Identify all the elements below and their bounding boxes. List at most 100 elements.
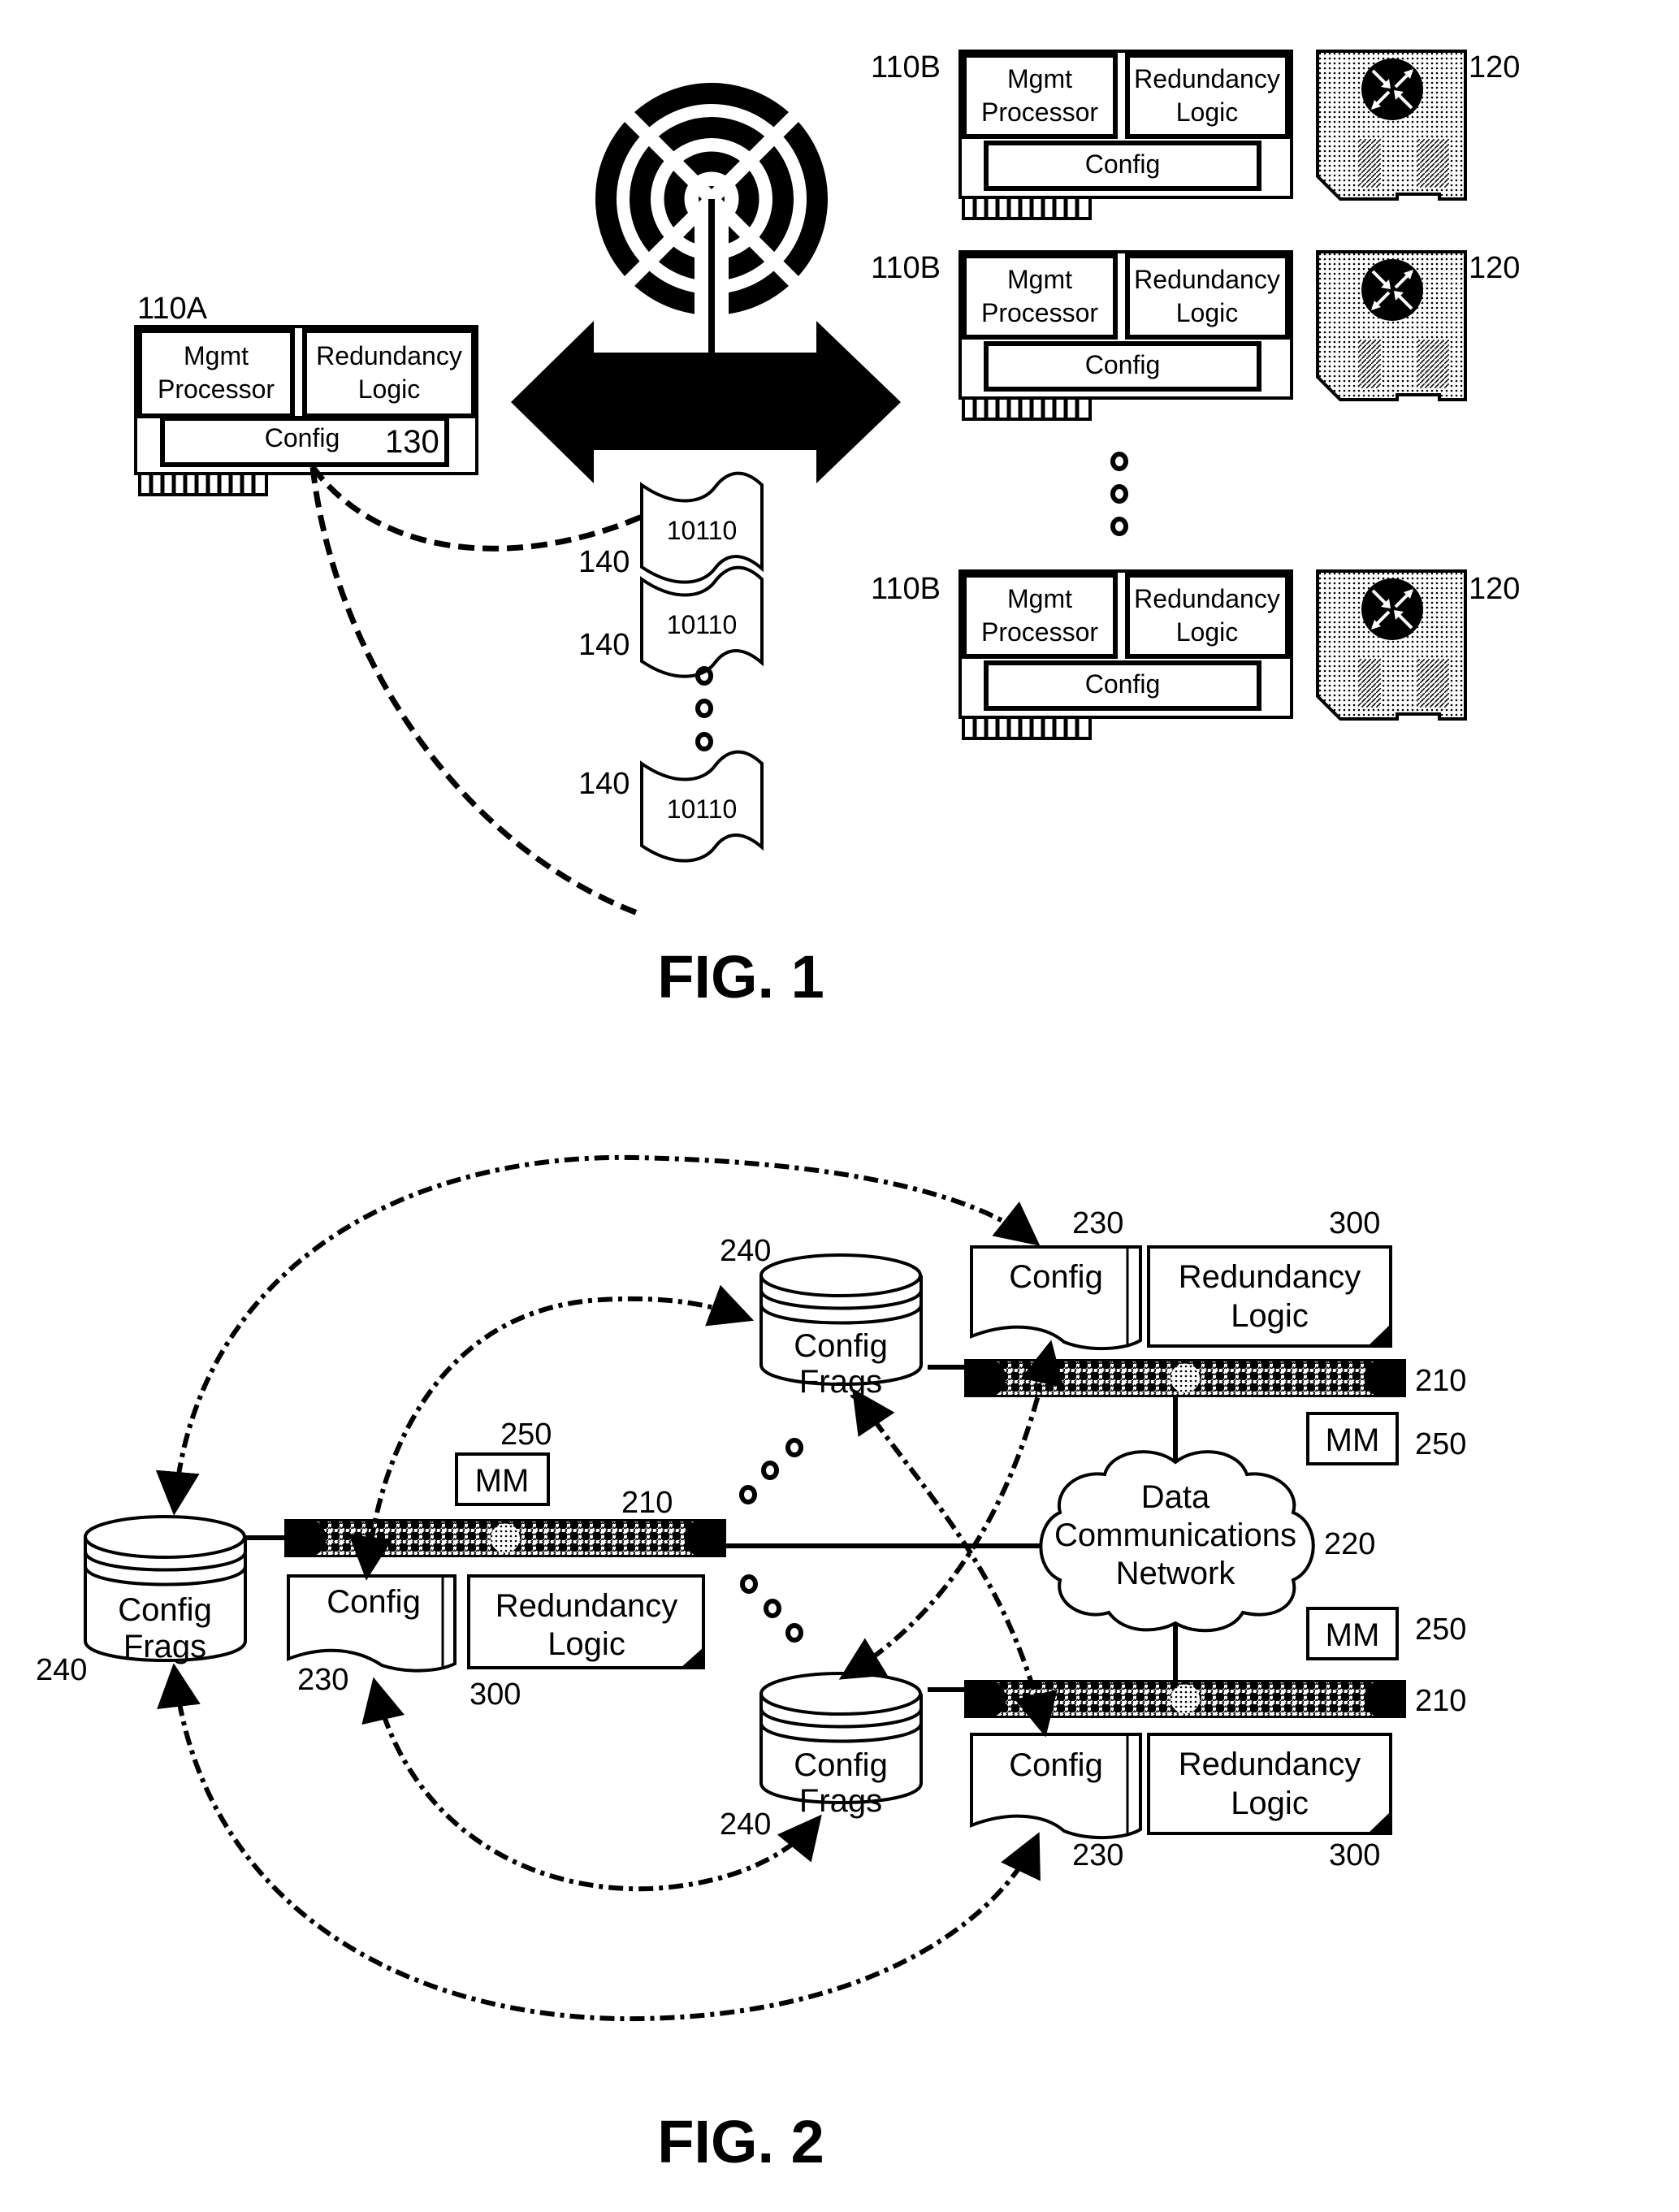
wireless-antenna-icon bbox=[595, 83, 828, 357]
node-top-right[interactable]: Config Frags 240 Config 230 Redundancy L… bbox=[720, 1206, 1466, 1465]
figure-1: 110A Mgmt Processor Redundancy Logic Con… bbox=[134, 50, 1520, 1011]
figure-1-caption: FIG. 1 bbox=[657, 943, 824, 1011]
router-drive-icon bbox=[1316, 250, 1467, 401]
svg-text:Config: Config bbox=[1009, 1259, 1103, 1295]
svg-text:Redundancy: Redundancy bbox=[495, 1588, 678, 1624]
svg-text:Config: Config bbox=[794, 1747, 888, 1783]
svg-text:Logic: Logic bbox=[1176, 617, 1239, 647]
redundancy-logic-module: Redundancy Logic 300 bbox=[1147, 1733, 1392, 1872]
svg-text:MM: MM bbox=[1326, 1422, 1380, 1458]
card-ref-label: 110A bbox=[137, 292, 208, 326]
backup-card-110b[interactable]: 110B Mgmt Processor Redundancy Logic Con… bbox=[871, 250, 1520, 419]
patent-drawing: 110A Mgmt Processor Redundancy Logic Con… bbox=[36, 50, 1520, 2175]
svg-text:Config: Config bbox=[1085, 350, 1161, 379]
svg-text:Redundancy: Redundancy bbox=[316, 341, 462, 370]
svg-text:210: 210 bbox=[1415, 1684, 1466, 1718]
svg-text:140: 140 bbox=[578, 545, 630, 579]
card-edge-connector bbox=[963, 398, 1090, 419]
config-document: Config 230 bbox=[970, 1733, 1142, 1872]
svg-text:130: 130 bbox=[385, 424, 439, 460]
replication-arc bbox=[361, 1677, 822, 1892]
data-communications-network[interactable]: Data Communications Network 220 bbox=[1039, 1450, 1375, 1633]
svg-text:300: 300 bbox=[1329, 1838, 1380, 1872]
svg-text:Network: Network bbox=[1116, 1556, 1236, 1591]
svg-text:Frags: Frags bbox=[123, 1629, 206, 1664]
node-bottom-right[interactable]: MM 250 210 Config Frags 240 Config 230 R… bbox=[720, 1607, 1466, 1872]
svg-text:230: 230 bbox=[1072, 1206, 1123, 1240]
svg-text:Processor: Processor bbox=[981, 298, 1098, 327]
card-edge-connector bbox=[140, 474, 266, 495]
redundancy-logic-module: Redundancy Logic 300 bbox=[1147, 1206, 1392, 1348]
ellipsis-dots-icon bbox=[1110, 452, 1128, 536]
svg-text:Redundancy: Redundancy bbox=[1134, 265, 1280, 294]
svg-text:120: 120 bbox=[1469, 50, 1520, 84]
svg-text:250: 250 bbox=[500, 1418, 552, 1452]
svg-text:Config: Config bbox=[265, 423, 340, 452]
svg-text:Processor: Processor bbox=[981, 97, 1098, 127]
svg-text:Logic: Logic bbox=[358, 374, 421, 404]
config-fragment: 10110 140 bbox=[578, 565, 764, 678]
config-fragments-store: Config Frags 240 bbox=[720, 1234, 923, 1400]
svg-text:300: 300 bbox=[1329, 1206, 1380, 1240]
svg-text:Processor: Processor bbox=[981, 617, 1098, 647]
router-drive-icon bbox=[1316, 50, 1467, 201]
svg-text:Config: Config bbox=[1085, 149, 1161, 179]
figure-2-caption: FIG. 2 bbox=[657, 2108, 824, 2175]
ellipsis-dots-icon bbox=[695, 666, 713, 751]
svg-text:Redundancy: Redundancy bbox=[1134, 64, 1280, 93]
svg-text:Logic: Logic bbox=[1231, 1786, 1309, 1821]
svg-text:230: 230 bbox=[297, 1663, 348, 1697]
config-fragment: 10110 140 bbox=[578, 750, 764, 863]
redundancy-logic-module: Redundancy Logic 300 bbox=[467, 1574, 705, 1712]
svg-text:MM: MM bbox=[1326, 1617, 1380, 1653]
config-fragments-store: Config Frags 240 bbox=[36, 1515, 247, 1687]
svg-text:Config: Config bbox=[1009, 1747, 1103, 1783]
config-document: Config 230 bbox=[287, 1574, 457, 1697]
primary-card-110a[interactable]: 110A Mgmt Processor Redundancy Logic Con… bbox=[134, 292, 478, 495]
svg-text:10110: 10110 bbox=[667, 610, 738, 639]
svg-text:210: 210 bbox=[1415, 1364, 1466, 1398]
node-left[interactable]: Config Frags 240 210 MM 250 Config 230 R… bbox=[36, 1418, 726, 1712]
backup-card-110b[interactable]: 110B Mgmt Processor Redundancy Logic Con… bbox=[871, 569, 1520, 738]
server-chassis bbox=[284, 1519, 726, 1557]
card-edge-connector bbox=[963, 197, 1090, 219]
svg-text:10110: 10110 bbox=[667, 794, 738, 824]
svg-text:Logic: Logic bbox=[1176, 97, 1239, 127]
svg-text:300: 300 bbox=[470, 1677, 521, 1712]
svg-text:Config: Config bbox=[118, 1592, 212, 1628]
svg-text:140: 140 bbox=[578, 767, 630, 801]
svg-text:120: 120 bbox=[1469, 251, 1520, 285]
svg-text:Communications: Communications bbox=[1054, 1517, 1296, 1553]
svg-text:Data: Data bbox=[1141, 1479, 1210, 1515]
svg-text:Mgmt: Mgmt bbox=[1007, 265, 1072, 294]
svg-text:Logic: Logic bbox=[1231, 1298, 1309, 1334]
svg-text:Config: Config bbox=[794, 1328, 888, 1364]
backup-card-110b[interactable]: 110B Mgmt Processor Redundancy Logic Con… bbox=[871, 50, 1520, 219]
svg-text:240: 240 bbox=[36, 1653, 87, 1687]
svg-text:Redundancy: Redundancy bbox=[1134, 584, 1280, 613]
svg-text:230: 230 bbox=[1072, 1838, 1123, 1872]
svg-text:Logic: Logic bbox=[1176, 298, 1239, 327]
figure-2: Data Communications Network 220 Config F… bbox=[36, 1154, 1466, 2175]
svg-text:140: 140 bbox=[578, 628, 630, 662]
svg-text:250: 250 bbox=[1415, 1612, 1466, 1647]
svg-text:120: 120 bbox=[1469, 572, 1520, 606]
svg-text:Mgmt: Mgmt bbox=[1007, 584, 1072, 613]
svg-text:110B: 110B bbox=[871, 251, 941, 285]
svg-text:Config: Config bbox=[1085, 669, 1161, 699]
bidirectional-arrow-icon bbox=[511, 321, 901, 483]
svg-text:10110: 10110 bbox=[667, 516, 738, 545]
svg-text:Config: Config bbox=[327, 1584, 421, 1620]
svg-text:MM: MM bbox=[475, 1463, 530, 1499]
svg-text:220: 220 bbox=[1324, 1527, 1375, 1561]
svg-text:Logic: Logic bbox=[547, 1626, 625, 1662]
svg-text:Redundancy: Redundancy bbox=[1179, 1259, 1361, 1295]
svg-text:Frags: Frags bbox=[799, 1364, 882, 1400]
router-drive-icon bbox=[1316, 569, 1467, 721]
svg-text:Mgmt: Mgmt bbox=[1007, 64, 1072, 93]
svg-text:210: 210 bbox=[621, 1486, 673, 1520]
svg-text:110B: 110B bbox=[871, 572, 941, 606]
svg-text:Frags: Frags bbox=[799, 1783, 882, 1819]
svg-text:250: 250 bbox=[1415, 1427, 1466, 1461]
svg-text:Mgmt: Mgmt bbox=[184, 341, 249, 370]
